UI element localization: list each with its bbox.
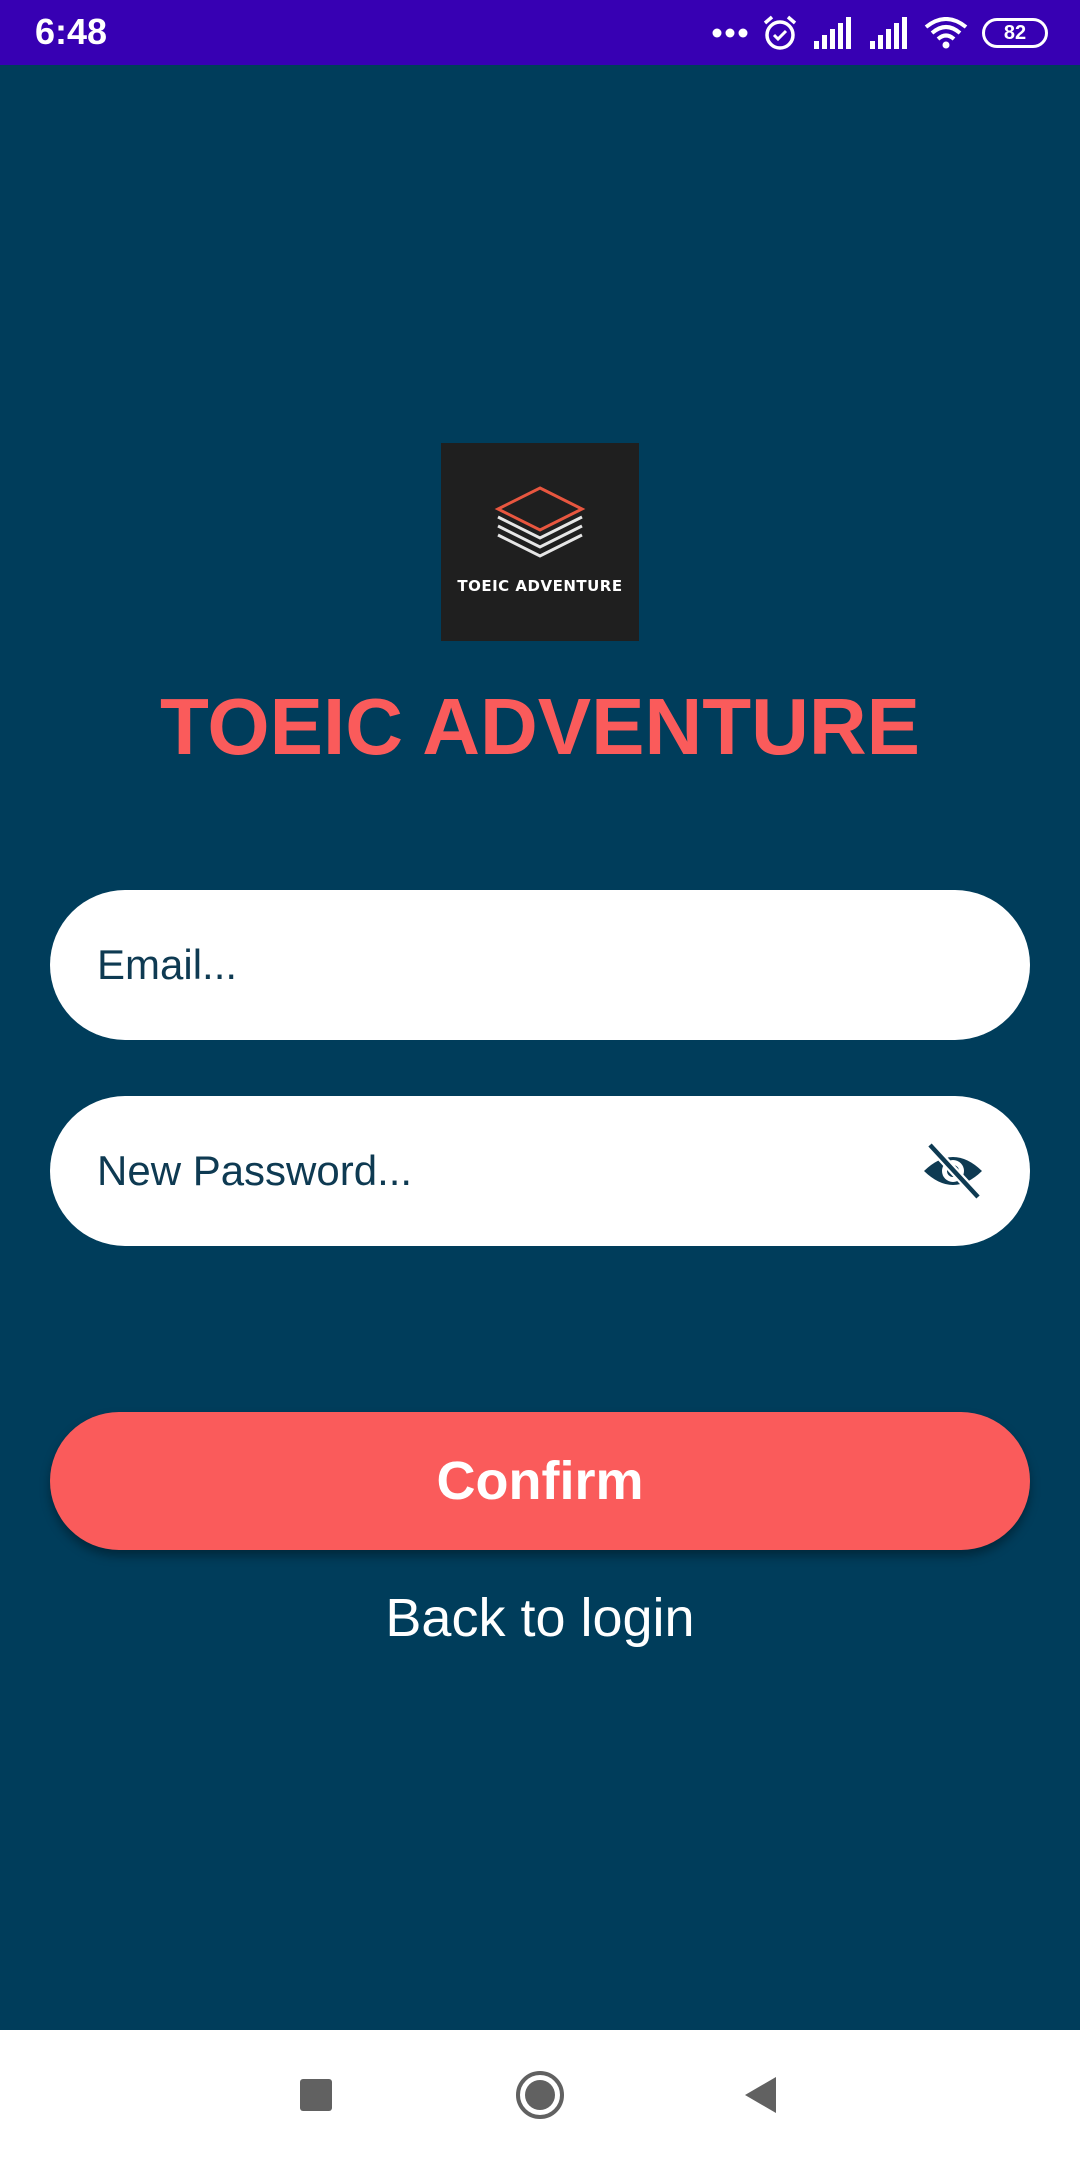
signal-icon bbox=[868, 17, 910, 49]
logo-text: TOEIC ADVENTURE bbox=[457, 577, 623, 595]
app-title: TOEIC ADVENTURE bbox=[159, 682, 921, 771]
battery-icon: 82 bbox=[982, 18, 1048, 48]
email-field-container bbox=[50, 890, 1030, 1040]
navigation-bar bbox=[0, 2030, 1080, 2160]
eye-off-icon[interactable] bbox=[920, 1139, 986, 1203]
battery-level: 82 bbox=[1003, 22, 1027, 44]
signal-icon bbox=[812, 17, 854, 49]
password-field-container bbox=[50, 1096, 1030, 1246]
back-button[interactable] bbox=[700, 2030, 820, 2160]
home-button[interactable] bbox=[480, 2030, 600, 2160]
status-bar: 6:48 82 bbox=[0, 0, 1080, 65]
wifi-icon bbox=[924, 17, 968, 49]
back-to-login-link[interactable]: Back to login bbox=[0, 1585, 1080, 1651]
app-logo: TOEIC ADVENTURE bbox=[441, 443, 639, 641]
back-icon bbox=[745, 2077, 776, 2113]
more-dots-icon bbox=[712, 27, 748, 39]
recents-icon bbox=[300, 2079, 332, 2111]
status-icons: 82 bbox=[712, 12, 1048, 54]
home-icon bbox=[516, 2071, 564, 2119]
alarm-icon bbox=[762, 14, 798, 52]
confirm-button[interactable]: Confirm bbox=[50, 1412, 1030, 1550]
layers-icon bbox=[494, 486, 586, 558]
new-password-input[interactable] bbox=[97, 1096, 880, 1246]
email-input[interactable] bbox=[97, 890, 880, 1040]
status-time: 6:48 bbox=[35, 11, 108, 52]
recents-button[interactable] bbox=[256, 2030, 376, 2160]
